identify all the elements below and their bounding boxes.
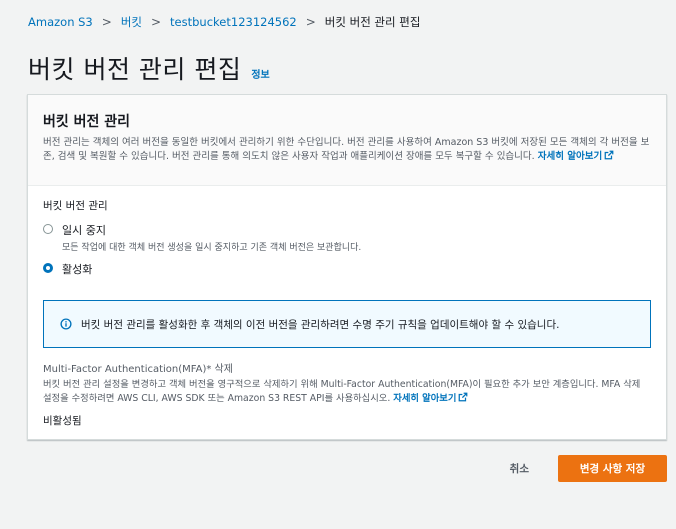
versioning-panel: 버킷 버전 관리 버전 관리는 객체의 여러 버전을 동일한 버킷에서 관리하기…: [27, 94, 667, 440]
mfa-section: Multi-Factor Authentication(MFA)* 삭제 버킷 …: [43, 360, 651, 428]
radio-enable[interactable]: [43, 263, 53, 273]
breadcrumb-item-bucket-name[interactable]: testbucket123124562: [170, 15, 297, 29]
radio-enable-label: 활성화: [62, 263, 93, 276]
breadcrumb-separator-icon: >: [305, 15, 316, 29]
info-link[interactable]: 정보: [251, 66, 269, 81]
save-changes-button[interactable]: 변경 사항 저장: [558, 455, 667, 482]
page-title: 버킷 버전 관리 편집: [28, 55, 242, 84]
learn-more-link[interactable]: 자세히 알아보기: [537, 150, 615, 162]
mfa-learn-more-link[interactable]: 자세히 알아보기: [393, 392, 468, 404]
alert-message: 버킷 버전 관리를 활성화한 후 객체의 이전 버전을 관리하려면 수명 주기 …: [81, 318, 560, 331]
breadcrumb: Amazon S3 > 버킷 > testbucket123124562 > 버…: [28, 14, 420, 30]
info-alert: 버킷 버전 관리를 활성화한 후 객체의 이전 버전을 관리하려면 수명 주기 …: [43, 300, 651, 348]
radio-option-suspend[interactable]: 일시 중지 모든 작업에 대한 객체 버전 생성을 일시 중지하고 기존 객체 …: [43, 222, 651, 253]
external-link-icon: [604, 150, 614, 160]
breadcrumb-item-buckets[interactable]: 버킷: [121, 14, 142, 30]
radio-suspend-text: 일시 중지 모든 작업에 대한 객체 버전 생성을 일시 중지하고 기존 객체 …: [62, 222, 361, 253]
learn-more-label: 자세히 알아보기: [537, 151, 603, 162]
radio-option-enable[interactable]: 활성화: [43, 261, 651, 277]
page-header: 버킷 버전 관리 편집 정보: [28, 50, 270, 86]
radio-suspend-label: 일시 중지: [62, 224, 106, 237]
breadcrumb-separator-icon: >: [150, 15, 162, 29]
radio-suspend-description: 모든 작업에 대한 객체 버전 생성을 일시 중지하고 기존 객체 버전은 보관…: [62, 243, 362, 253]
info-icon: [60, 318, 72, 330]
mfa-description-text: 버킷 버전 관리 설정을 변경하고 객체 버전을 영구적으로 삭제하기 위해 M…: [43, 379, 641, 404]
mfa-learn-more-label: 자세히 알아보기: [393, 393, 457, 404]
mfa-status-value: 비활성됨: [43, 415, 82, 427]
panel-header: 버킷 버전 관리 버전 관리는 객체의 여러 버전을 동일한 버킷에서 관리하기…: [28, 95, 666, 186]
panel-description: 버전 관리는 객체의 여러 버전을 동일한 버킷에서 관리하기 위한 수단입니다…: [43, 136, 652, 164]
breadcrumb-current: 버킷 버전 관리 편집: [324, 15, 421, 29]
mfa-label: Multi-Factor Authentication(MFA)* 삭제: [43, 364, 233, 375]
cancel-button[interactable]: 취소: [504, 460, 535, 477]
external-link-icon: [459, 392, 468, 402]
panel-title: 버킷 버전 관리: [43, 114, 131, 130]
radio-suspend[interactable]: [43, 224, 53, 234]
breadcrumb-separator-icon: >: [101, 15, 112, 29]
mfa-description: 버킷 버전 관리 설정을 변경하고 객체 버전을 영구적으로 삭제하기 위해 M…: [43, 378, 651, 406]
panel-body: 버킷 버전 관리 일시 중지 모든 작업에 대한 객체 버전 생성을 일시 중지…: [28, 186, 666, 428]
versioning-field-label: 버킷 버전 관리: [43, 200, 108, 212]
form-actions: 취소 변경 사항 저장: [504, 455, 667, 482]
radio-enable-text: 활성화: [62, 261, 92, 277]
breadcrumb-item-amazon-s3[interactable]: Amazon S3: [28, 15, 93, 29]
